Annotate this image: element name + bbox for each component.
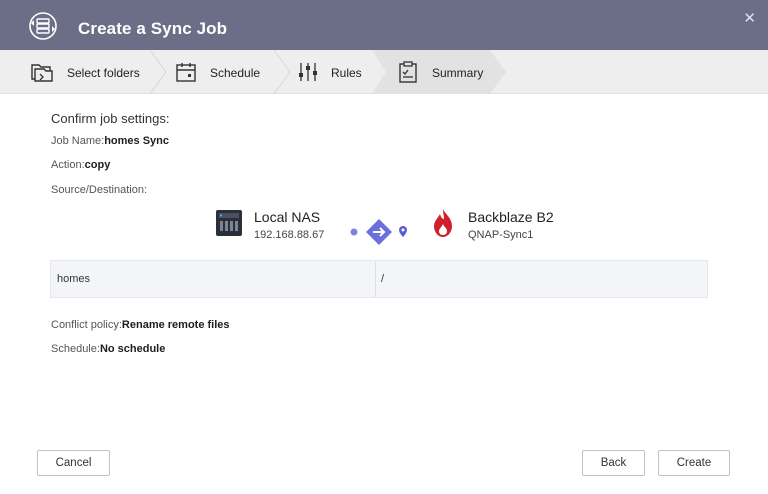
source-dot-icon <box>350 228 358 236</box>
source-address: 192.168.88.67 <box>254 229 325 241</box>
step-rules[interactable]: Rules <box>292 50 372 94</box>
destination-path: / <box>381 273 385 285</box>
sync-direction-connector <box>350 219 407 245</box>
backblaze-flame-icon <box>434 209 452 237</box>
title-bar: Create a Sync Job ✕ <box>0 0 768 50</box>
job-name-value: homes Sync <box>104 135 170 147</box>
sync-job-logo-icon <box>29 12 57 40</box>
step-label: Select folders <box>67 66 140 80</box>
job-name-row: Job Name:homes Sync <box>51 135 169 147</box>
window-title: Create a Sync Job <box>78 19 228 38</box>
source-destination-label: Source/Destination: <box>51 184 147 196</box>
step-separator <box>274 50 291 94</box>
arrow-right-icon <box>366 219 392 245</box>
clipboard-icon <box>399 61 417 83</box>
sliders-icon <box>299 63 317 81</box>
calendar-icon <box>176 63 196 82</box>
cancel-button[interactable]: Cancel <box>37 450 110 476</box>
schedule-value: No schedule <box>99 343 166 355</box>
step-label: Summary <box>432 66 484 80</box>
source-path: homes <box>57 273 91 285</box>
column-divider <box>375 261 376 297</box>
schedule-label: Schedule: <box>51 343 100 355</box>
create-button[interactable]: Create <box>658 450 730 476</box>
source-name: Local NAS <box>254 209 321 225</box>
step-summary[interactable]: Summary <box>388 50 498 94</box>
path-table: homes / <box>50 260 708 298</box>
action-row: Action:copy <box>51 159 110 171</box>
step-separator <box>150 50 167 94</box>
conflict-policy-value: Rename remote files <box>121 319 230 331</box>
wizard-steps: Select folders Schedule Rules Summary <box>0 50 768 94</box>
job-name-label: Job Name: <box>51 135 105 147</box>
conflict-policy-label: Conflict policy: <box>51 319 122 331</box>
step-label: Rules <box>331 66 362 80</box>
close-button[interactable]: ✕ <box>743 9 756 27</box>
folders-icon <box>31 64 53 82</box>
step-label: Schedule <box>210 66 261 80</box>
step-select-folders[interactable]: Select folders <box>0 50 160 94</box>
action-label: Action: <box>51 159 85 171</box>
nas-icon <box>216 210 242 236</box>
destination-account: QNAP-Sync1 <box>468 229 534 241</box>
back-button[interactable]: Back <box>582 450 645 476</box>
location-pin-icon <box>399 226 407 237</box>
conflict-policy-row: Conflict policy:Rename remote files <box>51 319 230 331</box>
schedule-row: Schedule:No schedule <box>51 343 165 355</box>
summary-heading: Confirm job settings: <box>51 111 170 126</box>
action-value: copy <box>84 159 111 171</box>
destination-name: Backblaze B2 <box>468 209 554 225</box>
step-schedule[interactable]: Schedule <box>168 50 278 94</box>
